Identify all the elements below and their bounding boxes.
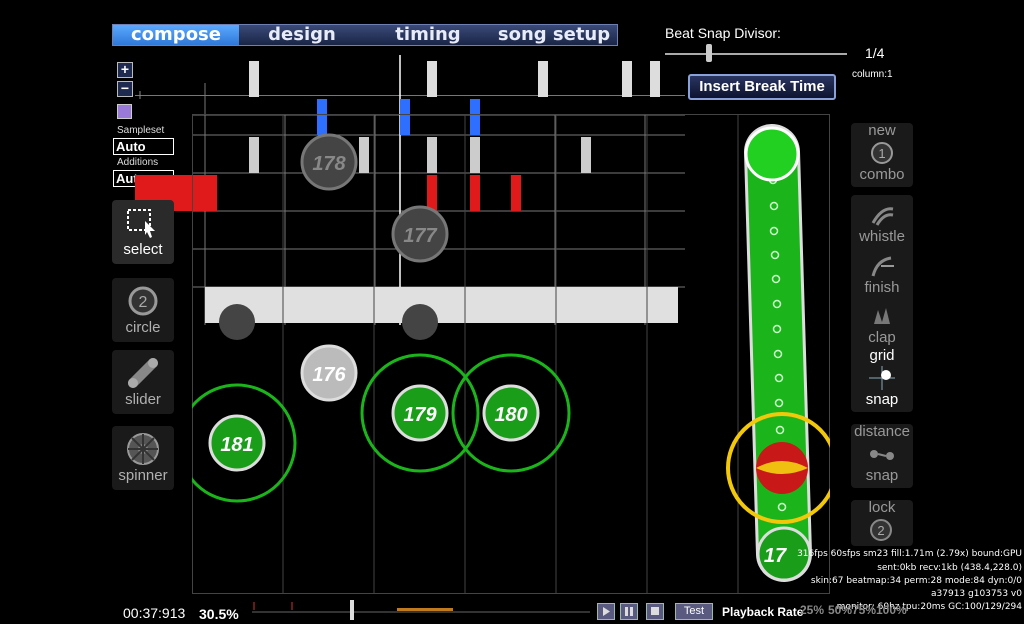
clap-label: clap (868, 329, 896, 346)
whistle-label: whistle (859, 228, 905, 245)
svg-text:17: 17 (764, 545, 787, 567)
stats-line-2: sent:0kb recv:1kb (438.4,228.0) (877, 563, 1022, 573)
play-button[interactable] (597, 603, 615, 620)
grid-snap-toggle[interactable]: grid snap (851, 348, 913, 412)
pause-icon (625, 607, 633, 616)
hit-circle[interactable]: 179 (391, 384, 449, 442)
column-indicator: column:1 (852, 69, 893, 80)
current-time: 00:37:913 (123, 605, 186, 621)
tab-timing[interactable]: timing (365, 25, 491, 45)
slider-ball (756, 442, 808, 494)
playback-rate-75[interactable]: 75% (852, 603, 876, 617)
grid-snap-label-2: snap (865, 391, 899, 408)
svg-text:2: 2 (139, 294, 148, 311)
mode-tab-bar: compose design timing song setup (112, 24, 618, 46)
playback-rate-50[interactable]: 50% (828, 603, 852, 617)
whistle-icon (871, 207, 894, 226)
svg-text:2: 2 (877, 523, 884, 538)
playback-rate-25[interactable]: 25% (800, 603, 824, 617)
slider-head (744, 126, 800, 182)
svg-text:177: 177 (403, 225, 437, 247)
beat-snap-label: Beat Snap Divisor: (665, 25, 781, 41)
clap-icon (874, 308, 890, 324)
new-combo-label-1: new (868, 122, 896, 139)
stats-line-4: a37913 g103753 v0 (931, 589, 1022, 599)
progress-thumb (350, 600, 354, 620)
hit-circle[interactable]: 180 (482, 384, 540, 442)
lock-icon: 2 (870, 519, 892, 541)
progress-percent: 30.5% (199, 606, 239, 622)
lock-toggle[interactable]: lock 2 (851, 500, 913, 546)
break-section (397, 608, 453, 611)
timeline-toggle-icon[interactable] (117, 104, 132, 119)
play-icon (603, 607, 610, 616)
beat-snap-value: 1/4 (865, 45, 885, 61)
select-tool[interactable]: select (112, 200, 174, 264)
hit-circle[interactable]: 181 (208, 414, 266, 472)
faded-hit-circle[interactable]: 176 (300, 344, 358, 402)
faded-hit-circle-partial (402, 304, 438, 340)
distance-snap-label-2: snap (865, 467, 899, 484)
spinner-icon (127, 433, 159, 465)
finish-label: finish (864, 279, 900, 296)
tab-song-setup[interactable]: song setup (491, 25, 617, 45)
grid-snap-label-1: grid (869, 347, 895, 364)
zoom-in-button[interactable]: + (117, 62, 133, 78)
playfield[interactable]: 178 177 176 181 179 180 17 (192, 114, 830, 594)
timeline-markers-top (249, 61, 660, 97)
slider-tool-label: slider (125, 391, 161, 408)
svg-text:181: 181 (220, 434, 253, 456)
beat-snap-slider-thumb[interactable] (706, 44, 712, 62)
lock-label: lock (868, 499, 896, 516)
spinner-tool[interactable]: spinner (112, 426, 174, 490)
distance-snap-icon (870, 450, 894, 460)
svg-text:178: 178 (312, 153, 346, 175)
pause-button[interactable] (620, 603, 638, 620)
playback-rate-100[interactable]: 100% (876, 603, 907, 617)
song-progress-bar[interactable] (252, 598, 590, 622)
beat-snap-slider[interactable] (665, 53, 847, 55)
new-combo-toggle[interactable]: new 1 combo (851, 123, 913, 187)
stop-button[interactable] (646, 603, 664, 620)
stats-line-1: 316fps 60sfps sm23 fill:1.71m (2.79x) bo… (797, 549, 1022, 559)
svg-text:1: 1 (878, 146, 885, 161)
stats-line-3: skin:67 beatmap:34 perm:28 mode:84 dyn:0… (810, 576, 1022, 586)
distance-snap-label-1: distance (854, 423, 910, 440)
select-tool-label: select (123, 241, 163, 258)
select-icon (127, 209, 155, 238)
insert-break-time-button[interactable]: Insert Break Time (688, 74, 836, 100)
spinner-tool-label: spinner (118, 467, 168, 484)
faded-hit-circle[interactable]: 178 (300, 133, 358, 191)
finish-icon (871, 256, 894, 277)
faded-hit-circle-partial (219, 304, 255, 340)
faded-hit-circle[interactable]: 177 (391, 205, 449, 263)
circle-icon: 2 (128, 286, 158, 316)
circle-tool-label: circle (125, 319, 161, 336)
grid-snap-icon (869, 366, 895, 390)
tab-design[interactable]: design (239, 25, 365, 45)
stop-icon (651, 607, 659, 615)
playback-rate-label: Playback Rate (722, 605, 804, 619)
new-combo-icon: 1 (871, 142, 893, 164)
zoom-out-button[interactable]: − (117, 81, 133, 97)
slider-icon (128, 358, 158, 388)
circle-tool[interactable]: 2 circle (112, 278, 174, 342)
svg-text:179: 179 (403, 404, 437, 426)
slider-tool[interactable]: slider (112, 350, 174, 414)
tab-compose[interactable]: compose (113, 25, 239, 45)
new-combo-label-2: combo (859, 166, 905, 183)
test-button[interactable]: Test (675, 603, 713, 620)
svg-text:176: 176 (312, 364, 346, 386)
svg-text:180: 180 (494, 404, 527, 426)
distance-snap-toggle[interactable]: distance snap (851, 424, 913, 488)
